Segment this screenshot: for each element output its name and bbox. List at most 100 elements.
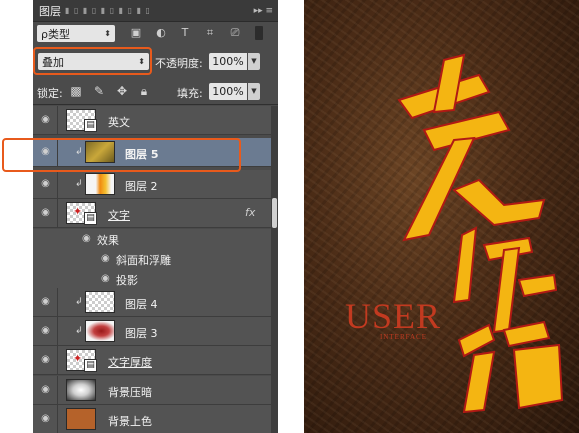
layer-thumbnail: [85, 173, 115, 195]
scrollbar-thumb[interactable]: [272, 198, 277, 228]
text-thumbnail-mark-icon: ✦: [73, 205, 83, 218]
layer-thumbnail: ▤: [66, 109, 97, 132]
lock-image-icon[interactable]: ✎: [92, 84, 106, 98]
layer-thumbnail: ✦ ▤: [66, 349, 97, 372]
visibility-eye-icon[interactable]: ◉: [39, 207, 52, 219]
layer-name[interactable]: 英文: [108, 114, 130, 130]
effects-group-row[interactable]: ◉ 效果: [33, 229, 271, 249]
layer-row[interactable]: ◉ 背景上色: [33, 405, 271, 433]
clipping-mask-icon: ↲: [75, 297, 83, 307]
layer-row-selected[interactable]: ◉ ↲ 图层 5: [33, 138, 271, 167]
chevron-updown-icon: ⬍: [104, 29, 111, 38]
panel-menu-icon[interactable]: ▸▸ ≡: [254, 6, 273, 16]
layer-row[interactable]: ◉ ▤ 英文: [33, 106, 271, 135]
layer-effects-fx-icon[interactable]: fx: [245, 206, 255, 219]
tab-layers[interactable]: 图层: [39, 3, 61, 19]
layer-row[interactable]: ◉ ↲ 图层 4: [33, 288, 271, 317]
layer-name[interactable]: 图层 3: [125, 325, 158, 341]
effects-label: 效果: [97, 234, 119, 247]
visibility-eye-icon[interactable]: ◉: [39, 413, 52, 425]
stroke-8: [492, 246, 521, 334]
chevron-updown-icon: ⬍: [138, 57, 145, 66]
lock-bar: 锁定: ▩ ✎ ✥ 🔒︎ 填充: 100% ▼: [33, 78, 278, 105]
fill-dropdown-icon[interactable]: ▼: [248, 83, 260, 100]
layer-thumbnail: [85, 291, 115, 313]
smart-object-filter-icon[interactable]: ⎚: [228, 26, 242, 40]
calligraphy-strokes: [397, 53, 564, 414]
blend-mode-dropdown[interactable]: 叠加 ⬍: [38, 53, 149, 70]
layer-thumbnail: ✦ ▤: [66, 202, 97, 225]
layer-row[interactable]: ◉ ↲ 图层 3: [33, 317, 271, 346]
layer-row[interactable]: ◉ ✦ ▤ 文字 fx: [33, 199, 271, 228]
layer-thumbnail: [85, 141, 115, 163]
shape-filter-icon[interactable]: ⌗: [203, 26, 217, 40]
other-panel-tabs[interactable]: ▮ ▯ ▮ ▯ ▮ ▯ ▮ ▯ ▮ ▯: [65, 6, 151, 15]
blend-mode-value: 叠加: [42, 55, 64, 69]
layer-row[interactable]: ◉ ✦ ▤ 文字厚度: [33, 346, 271, 375]
layer-name[interactable]: 图层 4: [125, 296, 158, 312]
lock-label: 锁定:: [37, 87, 63, 100]
layer-thumbnail: [66, 379, 96, 401]
layer-name[interactable]: 文字厚度: [108, 354, 152, 370]
layer-name[interactable]: 背景压暗: [108, 384, 152, 400]
canvas-preview[interactable]: [304, 0, 579, 433]
stroke-6: [452, 226, 478, 304]
filter-type-label: ρ类型: [41, 27, 70, 41]
effect-row[interactable]: ◉ 投影: [33, 269, 271, 289]
lock-transparency-icon[interactable]: ▩: [69, 84, 83, 98]
stroke-11: [462, 350, 496, 414]
lock-position-icon[interactable]: ✥: [115, 84, 129, 98]
stroke-9: [517, 273, 558, 298]
layer-name[interactable]: 文字: [108, 207, 130, 223]
effect-drop-shadow-label: 投影: [116, 274, 138, 287]
layer-name[interactable]: 图层 5: [125, 146, 158, 162]
blend-bar: 叠加 ⬍ 不透明度: 100% ▼: [33, 48, 278, 75]
smart-object-badge-icon: ▤: [84, 359, 97, 372]
layer-thumbnail: [66, 408, 96, 430]
visibility-eye-icon[interactable]: ◉: [39, 384, 52, 396]
stroke-12: [502, 320, 551, 348]
layer-row[interactable]: ◉ ↲ 图层 2: [33, 170, 271, 199]
layers-panel: 图层 ▮ ▯ ▮ ▯ ▮ ▯ ▮ ▯ ▮ ▯ ▸▸ ≡ ρ类型 ⬍ ▣ ◐ T …: [33, 0, 278, 433]
clipping-mask-icon: ↲: [75, 326, 83, 336]
pixel-filter-icon[interactable]: ▣: [129, 26, 143, 40]
visibility-eye-icon[interactable]: ◉: [39, 178, 52, 190]
text-thumbnail-mark-icon: ✦: [73, 352, 83, 365]
visibility-eye-icon[interactable]: ◉: [39, 325, 52, 337]
lock-all-icon[interactable]: 🔒︎: [137, 84, 151, 98]
effect-row[interactable]: ◉ 斜面和浮雕: [33, 249, 271, 269]
visibility-eye-icon[interactable]: ◉: [82, 233, 91, 244]
visibility-eye-icon[interactable]: ◉: [39, 296, 52, 308]
visibility-eye-icon[interactable]: ◉: [39, 114, 52, 126]
smart-object-badge-icon: ▤: [84, 212, 97, 225]
visibility-eye-icon[interactable]: ◉: [39, 354, 52, 366]
filter-bar: ρ类型 ⬍ ▣ ◐ T ⌗ ⎚: [33, 22, 278, 46]
opacity-dropdown-icon[interactable]: ▼: [248, 53, 260, 70]
fill-field[interactable]: 100%: [209, 83, 247, 100]
layer-name[interactable]: 背景上色: [108, 413, 152, 429]
layers-scrollbar[interactable]: [271, 106, 278, 433]
smart-object-badge-icon: ▤: [84, 119, 97, 132]
layer-thumbnail: [85, 320, 115, 342]
clipping-mask-icon: ↲: [75, 147, 83, 157]
stroke-10: [457, 323, 496, 358]
fill-label: 填充:: [177, 87, 203, 100]
visibility-eye-icon[interactable]: ◉: [39, 146, 52, 158]
layer-name[interactable]: 图层 2: [125, 178, 158, 194]
watermark-interface: INTERFACE: [380, 333, 427, 341]
filter-toggle-icon[interactable]: [255, 26, 263, 40]
panel-tab-bar: 图层 ▮ ▯ ▮ ▯ ▮ ▯ ▮ ▯ ▮ ▯ ▸▸ ≡: [33, 0, 278, 22]
visibility-eye-icon[interactable]: ◉: [101, 273, 110, 284]
effect-bevel-emboss-label: 斜面和浮雕: [116, 254, 171, 267]
filter-type-dropdown[interactable]: ρ类型 ⬍: [37, 25, 115, 42]
stroke-2: [432, 53, 466, 114]
watermark-user: USER: [345, 296, 442, 336]
stroke-5: [452, 178, 546, 227]
visibility-eye-icon[interactable]: ◉: [101, 253, 110, 264]
stroke-13: [512, 343, 564, 410]
layer-row[interactable]: ◉ 背景压暗: [33, 376, 271, 405]
opacity-field[interactable]: 100%: [209, 53, 247, 70]
type-filter-icon[interactable]: T: [178, 26, 192, 40]
calligraphy-artwork: [397, 53, 564, 414]
adjustment-filter-icon[interactable]: ◐: [154, 26, 168, 40]
